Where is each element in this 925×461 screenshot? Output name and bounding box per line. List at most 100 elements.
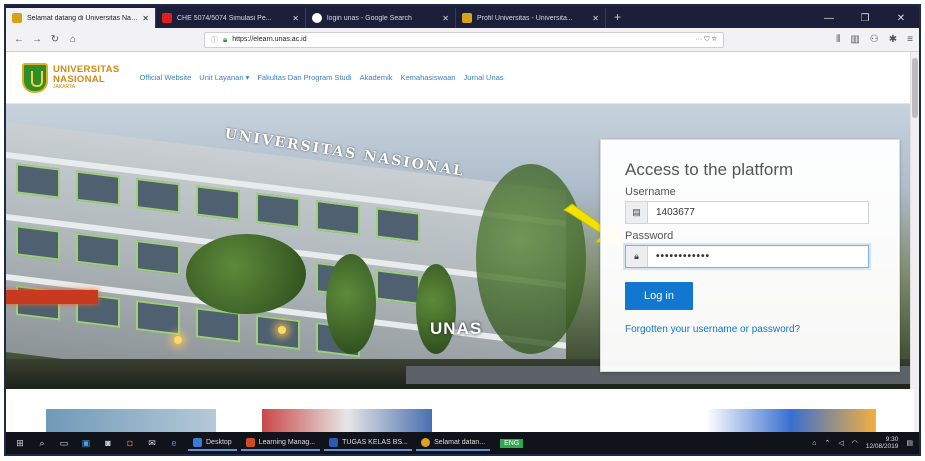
thumbnail-image[interactable] (706, 409, 876, 433)
windows-start-icon[interactable]: ⊞ (12, 436, 28, 450)
menu-item-jurnal-unas[interactable]: Jurnal Unas (464, 73, 504, 82)
menu-item-unit-layanan[interactable]: Unit Layanan ▾ (199, 73, 249, 82)
forgot-password-link[interactable]: Forgotten your username or password? (625, 324, 875, 335)
wifi-icon[interactable]: ◠ (852, 439, 858, 447)
app-icon (329, 437, 339, 447)
lock-icon: 🔒︎ (626, 246, 648, 267)
tab-title: Profil Universitas - Universita... (477, 14, 573, 22)
store-icon[interactable]: ▣ (78, 436, 94, 450)
thumbnail-image[interactable] (262, 409, 432, 433)
task-view-icon[interactable]: ▭ (56, 436, 72, 450)
tree (416, 264, 456, 354)
user-icon: ▤ (626, 202, 648, 223)
taskbar-app-word[interactable]: TUGAS KELAS BS... (324, 435, 413, 451)
notification-icon[interactable]: ▤ (906, 439, 913, 447)
search-icon[interactable]: ⌕ (34, 436, 50, 450)
tab-title: CHE 5074/5074 Simulasi Pe... (177, 14, 272, 22)
red-neon-sign (6, 290, 98, 304)
forward-arrow-icon[interactable]: → (30, 33, 44, 47)
home-icon[interactable]: ⌂ (66, 33, 80, 47)
back-arrow-icon[interactable]: ← (12, 33, 26, 47)
windows-taskbar: ⊞ ⌕ ▭ ▣ ◙ ◘ ✉ e Desktop Learning Manag..… (6, 432, 919, 454)
username-label: Username (625, 186, 676, 198)
up-chevron-icon[interactable]: ⌃ (824, 439, 830, 447)
taskbar-app-label: Selamat datan... (434, 438, 486, 446)
password-input[interactable] (648, 246, 868, 267)
close-tab-icon[interactable]: ✕ (442, 14, 449, 23)
browser-tab-3[interactable]: login unas - Google Search ✕ (306, 8, 456, 28)
username-input[interactable] (648, 202, 868, 223)
taskbar-app-label: TUGAS KELAS BS... (342, 438, 408, 446)
mail-icon[interactable]: ✉ (144, 436, 160, 450)
tree (476, 164, 586, 354)
extension-icon[interactable]: ✱ (889, 34, 897, 45)
login-card: Access to the platform Username ▤ Passwo… (600, 139, 900, 372)
office-icon[interactable]: ◘ (122, 436, 138, 450)
minimize-button[interactable]: — (811, 13, 847, 24)
taskbar-app-browser[interactable]: Selamat datan... (416, 435, 491, 451)
edge-icon[interactable]: e (166, 436, 182, 450)
browser-tab-1[interactable]: Selamat datang di Universitas Nasional ✕ (6, 8, 156, 28)
language-badge[interactable]: ENG (500, 438, 524, 448)
password-group: 🔒︎ (625, 245, 869, 268)
unas-favicon-icon (462, 13, 472, 23)
menu-item-official-website[interactable]: Official Website (139, 73, 191, 82)
sidebar-icon[interactable]: ▥ (850, 34, 859, 45)
unas-favicon-icon (12, 13, 22, 23)
menu-item-kemahasiswaan[interactable]: Kemahasiswaan (401, 73, 456, 82)
clock[interactable]: 9:30 12/08/2019 (866, 436, 899, 450)
network-icon[interactable]: ⌂ (812, 440, 816, 447)
app-icon (245, 437, 255, 447)
url-text: https://elearn.unas.ac.id (232, 36, 307, 43)
close-tab-icon[interactable]: ✕ (592, 14, 599, 23)
unas-sign-text: UNAS (430, 319, 483, 338)
sync-icon[interactable]: ⚇ (870, 34, 879, 45)
speaker-icon[interactable]: ◁ (838, 439, 843, 447)
taskbar-app-label: Desktop (206, 438, 232, 446)
login-title: Access to the platform (625, 160, 794, 179)
page-scrollbar[interactable] (910, 52, 919, 433)
reload-icon[interactable]: ↻ (48, 33, 62, 47)
site-header: UNIVERSITAS NASIONAL JAKARTA Official We… (6, 52, 919, 104)
thumbnail-image[interactable] (46, 409, 216, 433)
close-tab-icon[interactable]: ✕ (142, 14, 149, 23)
logo-line-3: JAKARTA (53, 84, 76, 90)
menu-icon[interactable]: ≡ (907, 34, 913, 45)
login-button[interactable]: Log in (625, 282, 693, 310)
tree (186, 234, 306, 314)
taskbar-app-desktop[interactable]: Desktop (188, 435, 237, 451)
system-tray: ⌂ ⌃ ◁ ◠ 9:30 12/08/2019 ▤ (812, 436, 919, 450)
close-window-button[interactable]: ✕ (883, 13, 919, 24)
taskbar-app-learning[interactable]: Learning Manag... (240, 435, 321, 451)
address-bar[interactable]: ⓘ 🔒︎ https://elearn.unas.ac.id ··· ⛉ ☆ (204, 31, 724, 48)
window-controls: — ❐ ✕ (811, 8, 919, 28)
maximize-button[interactable]: ❐ (847, 13, 883, 24)
library-icon[interactable]: ⫴ (836, 34, 840, 45)
tab-title: login unas - Google Search (327, 14, 412, 22)
browser-tab-4[interactable]: Profil Universitas - Universita... ✕ (456, 8, 606, 28)
tab-title: Selamat datang di Universitas Nasional (27, 14, 139, 22)
site-logo[interactable]: UNIVERSITAS NASIONAL JAKARTA (22, 62, 119, 93)
scrollbar-thumb[interactable] (912, 58, 918, 118)
browser-nav-bar: ← → ↻ ⌂ ⓘ 🔒︎ https://elearn.unas.ac.id ·… (6, 28, 919, 52)
logo-text: UNIVERSITAS NASIONAL JAKARTA (53, 65, 119, 90)
app-icon (193, 437, 202, 447)
page-actions[interactable]: ··· ⛉ ☆ (695, 36, 717, 44)
app-icon (421, 437, 431, 447)
taskbar-app-label: Learning Manag... (258, 438, 316, 446)
lock-icon: 🔒︎ (223, 34, 228, 44)
camera-icon[interactable]: ◙ (100, 436, 116, 450)
menu-item-akademik[interactable]: Akademik (360, 73, 393, 82)
screenshot-frame: Selamat datang di Universitas Nasional ✕… (4, 4, 921, 456)
password-label: Password (625, 230, 674, 242)
browser-tab-bar: Selamat datang di Universitas Nasional ✕… (6, 6, 919, 28)
clock-date: 12/08/2019 (865, 443, 899, 450)
tree (326, 254, 376, 354)
menu-item-fakultas[interactable]: Fakultas Dan Program Studi (257, 73, 351, 82)
clock-time: 9:30 (885, 435, 899, 443)
browser-tab-2[interactable]: CHE 5074/5074 Simulasi Pe... ✕ (156, 8, 306, 28)
close-tab-icon[interactable]: ✕ (292, 14, 299, 23)
new-tab-button[interactable]: + (606, 8, 629, 28)
info-icon[interactable]: ⓘ (211, 35, 218, 45)
youtube-favicon-icon (162, 13, 172, 23)
